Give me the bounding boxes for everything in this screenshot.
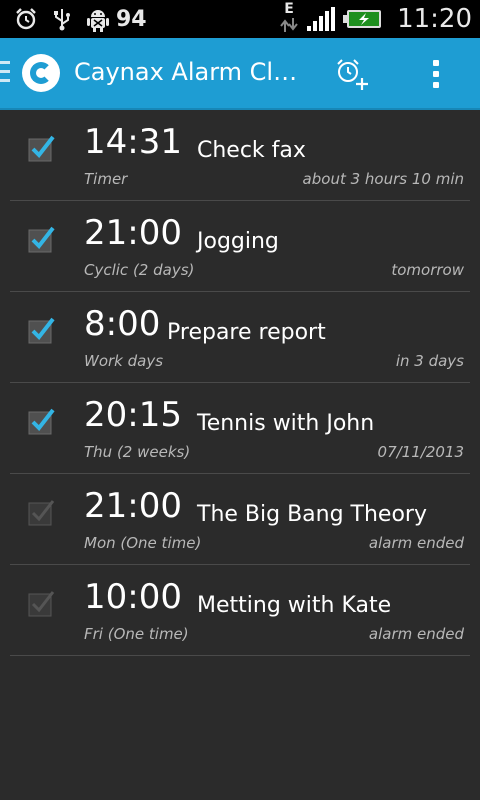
alarm-enabled-checkbox[interactable] [28,589,56,617]
alarm-enabled-checkbox[interactable] [28,316,56,344]
alarm-repeat: Mon (One time) [84,534,202,552]
alarm-when: tomorrow [391,261,464,279]
alarm-label: Metting with Kate [197,593,392,618]
checkbox-checked-icon [28,408,55,435]
alarm-clock-icon [14,7,38,31]
alarm-label: Tennis with John [197,411,375,436]
alarm-repeat: Fri (One time) [84,625,189,643]
alarm-repeat: Timer [84,170,128,188]
alarm-row[interactable]: 14:31 Check fax Timer about 3 hours 10 m… [10,110,470,201]
alarm-enabled-checkbox[interactable] [28,498,56,526]
app-logo-icon[interactable] [22,54,60,92]
alarm-time: 20:15 [84,395,182,435]
alarm-when: alarm ended [368,625,464,643]
alarm-time: 14:31 [84,122,182,162]
alarm-when: 07/11/2013 [377,443,464,461]
add-alarm-button[interactable] [332,56,372,92]
alarm-label: Prepare report [167,320,326,345]
status-badge-number: 94 [116,6,147,32]
checkbox-checked-icon [28,135,55,162]
status-icons-left: 94 [14,4,147,34]
alarm-enabled-checkbox[interactable] [28,225,56,253]
alarm-when: about 3 hours 10 min [302,170,464,188]
status-bar: 94 E 11:20 [0,0,480,38]
alarm-row[interactable]: 8:00 Prepare report Work days in 3 days [10,292,470,383]
alarm-row[interactable]: 21:00 Jogging Cyclic (2 days) tomorrow [10,201,470,292]
alarm-when: in 3 days [395,352,464,370]
alarm-enabled-checkbox[interactable] [28,407,56,435]
status-time: 11:20 [397,4,472,34]
checkbox-unchecked-icon [28,500,55,526]
alarm-repeat: Cyclic (2 days) [84,261,195,279]
alarm-repeat: Thu (2 weeks) [84,443,191,461]
alarm-when: alarm ended [368,534,464,552]
alarm-label: The Big Bang Theory [197,502,427,527]
android-debug-icon [86,7,110,32]
battery-icon [343,10,382,28]
checkbox-checked-icon [28,317,55,344]
alarm-row[interactable]: 20:15 Tennis with John Thu (2 weeks) 07/… [10,383,470,474]
network-indicator: E [279,2,299,36]
app-title: Caynax Alarm Cl… [74,58,298,86]
alarm-list: 14:31 Check fax Timer about 3 hours 10 m… [10,110,470,656]
action-bar: Caynax Alarm Cl… [0,38,480,110]
data-arrows-icon [280,18,298,32]
alarm-enabled-checkbox[interactable] [28,134,56,162]
alarm-label: Jogging [197,229,279,254]
checkbox-unchecked-icon [28,591,55,617]
checkbox-checked-icon [28,226,55,253]
alarm-repeat: Work days [84,352,164,370]
drawer-menu-icon[interactable] [0,61,12,85]
usb-icon [50,7,74,31]
alarm-row[interactable]: 10:00 Metting with Kate Fri (One time) a… [10,565,470,656]
alarm-time: 10:00 [84,577,182,617]
status-icons-right: E 11:20 [279,0,472,38]
alarm-time: 21:00 [84,213,182,253]
alarm-label: Check fax [197,138,306,163]
overflow-menu-button[interactable] [426,60,446,90]
add-alarm-icon [337,59,368,90]
alarm-time: 21:00 [84,486,182,526]
alarm-time: 8:00 [84,304,161,344]
network-type-label: E [284,1,294,17]
signal-strength-icon [307,7,336,31]
alarm-row[interactable]: 21:00 The Big Bang Theory Mon (One time)… [10,474,470,565]
